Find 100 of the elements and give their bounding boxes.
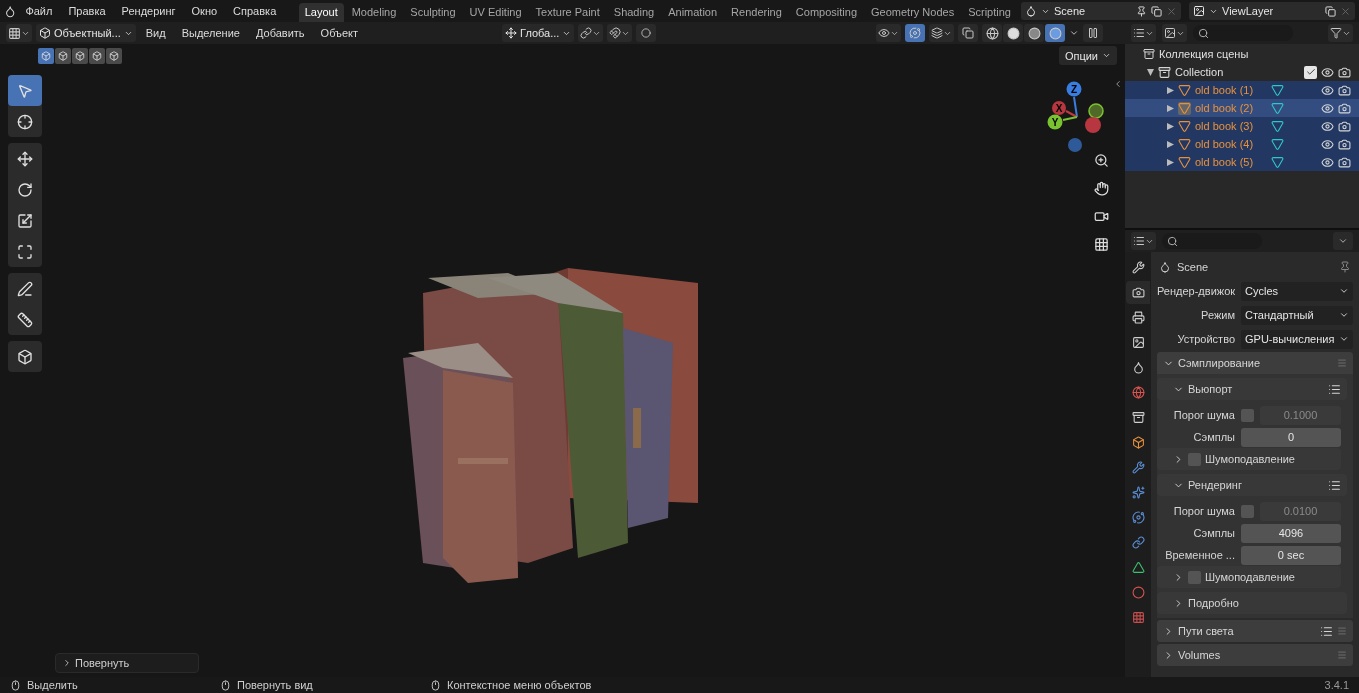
options-dropdown[interactable]: Опции <box>1058 46 1117 65</box>
header-menu[interactable]: Добавить <box>249 27 311 39</box>
outliner-row[interactable]: old book (4) <box>1125 135 1359 153</box>
properties-tab[interactable] <box>1126 281 1150 304</box>
proportional-edit-button[interactable] <box>636 24 657 42</box>
eye-icon[interactable] <box>1321 119 1334 133</box>
checkbox[interactable] <box>1304 65 1317 79</box>
panel-header[interactable]: Рендеринг <box>1157 474 1347 496</box>
select-mode-button[interactable] <box>106 47 122 64</box>
checkbox[interactable] <box>1241 408 1254 422</box>
select-mode-button[interactable] <box>89 47 105 64</box>
workspace-tab[interactable]: Scripting <box>962 3 1017 22</box>
tree-item[interactable]: Коллекция сцены <box>1159 48 1249 60</box>
panel-header[interactable]: Volumes <box>1157 644 1353 666</box>
shading-mode-button[interactable] <box>982 24 1002 42</box>
copy-icon[interactable] <box>1325 5 1336 17</box>
select-mode-button[interactable] <box>72 47 88 64</box>
mode-dropdown[interactable]: Объектный... <box>36 24 136 42</box>
checkbox[interactable] <box>1188 452 1201 466</box>
list-icon[interactable] <box>1328 478 1341 492</box>
panel-header[interactable]: Шумоподавление <box>1157 566 1341 588</box>
workspace-tab[interactable]: Modeling <box>345 3 403 22</box>
display-mode-button[interactable] <box>1131 24 1156 42</box>
menu-item[interactable]: Рендеринг <box>114 5 183 17</box>
workspace-tab[interactable]: UV Editing <box>463 3 528 22</box>
menu-item[interactable]: Окно <box>184 5 225 17</box>
pin-icon[interactable] <box>1339 261 1351 273</box>
editor-type-button[interactable] <box>1131 232 1156 250</box>
workspace-tab[interactable]: Compositing <box>789 3 863 22</box>
panel-header[interactable]: Подробно <box>1157 592 1347 614</box>
eye-icon[interactable] <box>1321 101 1334 115</box>
workspace-tab[interactable]: Shading <box>607 3 661 22</box>
number-field[interactable]: 4096 <box>1241 523 1341 543</box>
view-layer-field[interactable]: ViewLayer <box>1189 2 1355 20</box>
select-field[interactable]: Cycles <box>1241 281 1353 301</box>
menu-item[interactable]: Справка <box>226 5 284 17</box>
workspace-tab[interactable]: Rendering <box>725 3 788 22</box>
panel-header[interactable]: Пути света <box>1157 620 1353 642</box>
header-menu[interactable]: Выделение <box>175 27 246 39</box>
filter-button[interactable] <box>1328 24 1353 42</box>
tree-item[interactable]: Collection <box>1175 66 1300 78</box>
workspace-tab[interactable]: Layout <box>298 3 344 22</box>
outliner-row[interactable]: old book (3) <box>1125 117 1359 135</box>
snap-button[interactable] <box>607 24 633 42</box>
pivot-button[interactable] <box>578 24 604 42</box>
number-field[interactable]: 0 <box>1241 427 1341 447</box>
overlays-button[interactable] <box>929 24 954 42</box>
gizmo-toggle[interactable] <box>905 24 925 42</box>
filter-mode-button[interactable] <box>1162 24 1187 42</box>
navigation-gizmo[interactable]: Z X Y <box>1041 75 1105 155</box>
pause-button[interactable] <box>1083 24 1103 42</box>
list-icon[interactable] <box>1328 382 1341 396</box>
select-mode-button[interactable] <box>38 47 54 64</box>
editor-type-button[interactable] <box>6 24 32 42</box>
camera-icon[interactable] <box>1338 83 1351 97</box>
shading-mode-button[interactable] <box>1003 24 1023 42</box>
select-mode-button[interactable] <box>55 47 71 64</box>
panel-header[interactable]: Вьюпорт <box>1157 378 1347 400</box>
panel-header[interactable]: Шумоподавление <box>1157 448 1341 470</box>
header-menu[interactable]: Объект <box>314 27 365 39</box>
workspace-tab[interactable]: Geometry Nodes <box>865 3 961 22</box>
number-field[interactable]: 0 sec <box>1241 545 1341 565</box>
expand-arrow-icon[interactable] <box>1167 104 1174 112</box>
eye-icon[interactable] <box>1321 65 1334 79</box>
checkbox[interactable] <box>1188 570 1201 584</box>
shading-mode-button[interactable] <box>1024 24 1044 42</box>
outliner-row[interactable]: old book (2) <box>1125 99 1359 117</box>
checkbox[interactable] <box>1241 504 1254 518</box>
eye-icon[interactable] <box>1321 83 1334 97</box>
workspace-tab[interactable]: Sculpting <box>404 3 462 22</box>
expand-arrow-icon[interactable] <box>1167 140 1174 148</box>
expand-arrow-icon[interactable] <box>1147 68 1154 76</box>
list-icon[interactable] <box>1320 624 1333 638</box>
search-field[interactable] <box>1162 233 1262 249</box>
header-menu[interactable]: Вид <box>139 27 172 39</box>
camera-icon[interactable] <box>1338 137 1351 151</box>
camera-icon[interactable] <box>1338 119 1351 133</box>
expand-arrow-icon[interactable] <box>1167 122 1174 130</box>
expand-arrow-icon[interactable] <box>1167 158 1174 166</box>
camera-icon[interactable] <box>1338 155 1351 169</box>
last-operator-panel[interactable]: Повернуть <box>55 653 199 673</box>
eye-icon[interactable] <box>1321 137 1334 151</box>
pin-icon[interactable] <box>1136 5 1148 17</box>
select-field[interactable]: GPU-вычисления <box>1241 329 1353 349</box>
menu-item[interactable]: Файл <box>18 5 60 17</box>
workspace-tab[interactable]: Animation <box>662 3 724 22</box>
search-field[interactable] <box>1193 25 1293 41</box>
orientation-dropdown[interactable]: Глоба... <box>502 24 575 42</box>
outliner-row[interactable]: old book (5) <box>1125 153 1359 171</box>
copy-icon[interactable] <box>1151 5 1163 17</box>
camera-icon[interactable] <box>1338 65 1351 79</box>
menu-item[interactable]: Правка <box>61 5 113 17</box>
eye-icon[interactable] <box>1321 155 1334 169</box>
caret-icon[interactable] <box>1069 28 1079 38</box>
scene-field[interactable]: Scene <box>1020 2 1182 20</box>
camera-icon[interactable] <box>1338 101 1351 115</box>
visibility-button[interactable] <box>876 24 901 42</box>
select-field[interactable]: Стандартный <box>1241 305 1353 325</box>
xray-button[interactable] <box>958 24 978 42</box>
expand-arrow-icon[interactable] <box>1167 86 1174 94</box>
